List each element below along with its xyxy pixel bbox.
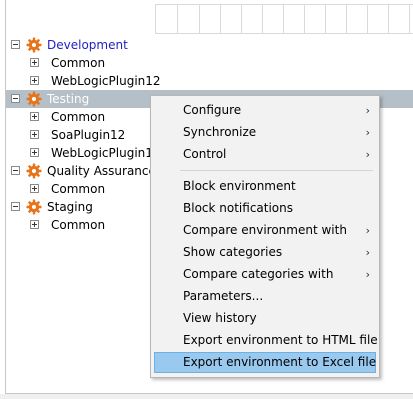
chevron-right-icon: › <box>365 148 370 161</box>
application-window: Development Common WebLogicPlugin12 Testing… <box>0 0 413 399</box>
menu-item-block-notifications[interactable]: Block notifications <box>154 198 376 219</box>
chevron-right-icon: › <box>365 224 370 237</box>
grid-column-divider <box>155 4 156 34</box>
chevron-right-icon: › <box>365 268 370 281</box>
tree-row-category[interactable]: WebLogicPlugin12 <box>6 144 161 162</box>
grid-column-divider <box>325 4 326 34</box>
tree-row-category[interactable]: Common <box>6 54 150 72</box>
category-label: SoaPlugin12 <box>51 128 126 142</box>
collapse-toggle-icon[interactable] <box>11 202 20 211</box>
category-label: Common <box>51 110 106 124</box>
gear-icon <box>26 163 42 179</box>
environment-label: Testing <box>47 92 90 106</box>
chevron-right-icon: › <box>365 246 370 259</box>
expand-toggle-icon[interactable] <box>30 184 39 193</box>
menu-item-export-html[interactable]: Export environment to HTML file <box>154 330 378 351</box>
environment-label: Staging <box>47 200 93 214</box>
grid-column-divider <box>241 4 242 34</box>
grid-column-divider <box>409 4 410 34</box>
category-label: Common <box>51 56 106 70</box>
menu-item-view-history[interactable]: View history <box>154 308 376 329</box>
category-label: WebLogicPlugin12 <box>51 74 161 88</box>
category-label: Common <box>51 218 106 232</box>
collapse-toggle-icon[interactable] <box>11 94 20 103</box>
expand-toggle-icon[interactable] <box>30 220 39 229</box>
tree-row-category[interactable]: Common <box>6 180 150 198</box>
grid-column-divider <box>388 4 389 34</box>
menu-item-export-excel[interactable]: Export environment to Excel file <box>154 352 376 373</box>
collapse-toggle-icon[interactable] <box>11 40 20 49</box>
gear-icon <box>26 91 42 107</box>
gear-icon <box>26 37 42 53</box>
grid-column-divider <box>283 4 284 34</box>
menu-item-parameters[interactable]: Parameters... <box>154 286 376 307</box>
environment-label: Quality Assurance <box>47 164 156 178</box>
status-strip <box>0 394 413 399</box>
tree-row-category[interactable]: WebLogicPlugin12 <box>6 72 161 90</box>
category-label: Common <box>51 182 106 196</box>
expand-toggle-icon[interactable] <box>30 130 39 139</box>
tree-row-environment[interactable]: Development <box>6 36 150 54</box>
menu-item-control[interactable]: Control › <box>154 144 376 165</box>
menu-item-compare-environment[interactable]: Compare environment with › <box>154 220 376 241</box>
grid-header <box>155 4 413 34</box>
collapse-toggle-icon[interactable] <box>11 166 20 175</box>
menu-item-compare-categories[interactable]: Compare categories with › <box>154 264 376 285</box>
grid-column-divider <box>199 4 200 34</box>
expand-toggle-icon[interactable] <box>30 148 39 157</box>
tree-row-category[interactable]: Common <box>6 216 150 234</box>
tree-row-environment[interactable]: Quality Assurance <box>6 162 156 180</box>
context-menu: Configure › Synchronize › Control › Bloc… <box>150 95 380 378</box>
menu-item-configure[interactable]: Configure › <box>154 100 376 121</box>
menu-separator <box>180 170 373 171</box>
tree-row-category[interactable]: SoaPlugin12 <box>6 126 150 144</box>
category-label: WebLogicPlugin12 <box>51 146 161 160</box>
expand-toggle-icon[interactable] <box>30 58 39 67</box>
expand-toggle-icon[interactable] <box>30 112 39 121</box>
tree-row-environment[interactable]: Staging <box>6 198 150 216</box>
environment-label: Development <box>47 38 128 52</box>
grid-column-divider <box>304 4 305 34</box>
expand-toggle-icon[interactable] <box>30 76 39 85</box>
grid-column-divider <box>367 4 368 34</box>
grid-column-divider <box>262 4 263 34</box>
chevron-right-icon: › <box>365 126 370 139</box>
menu-item-block-environment[interactable]: Block environment <box>154 176 376 197</box>
tree-row-category[interactable]: Common <box>6 108 150 126</box>
menu-item-show-categories[interactable]: Show categories › <box>154 242 376 263</box>
chevron-right-icon: › <box>365 104 370 117</box>
grid-column-divider <box>177 4 178 34</box>
grid-column-divider <box>220 4 221 34</box>
grid-column-divider <box>346 4 347 34</box>
gear-icon <box>26 199 42 215</box>
menu-item-synchronize[interactable]: Synchronize › <box>154 122 376 143</box>
